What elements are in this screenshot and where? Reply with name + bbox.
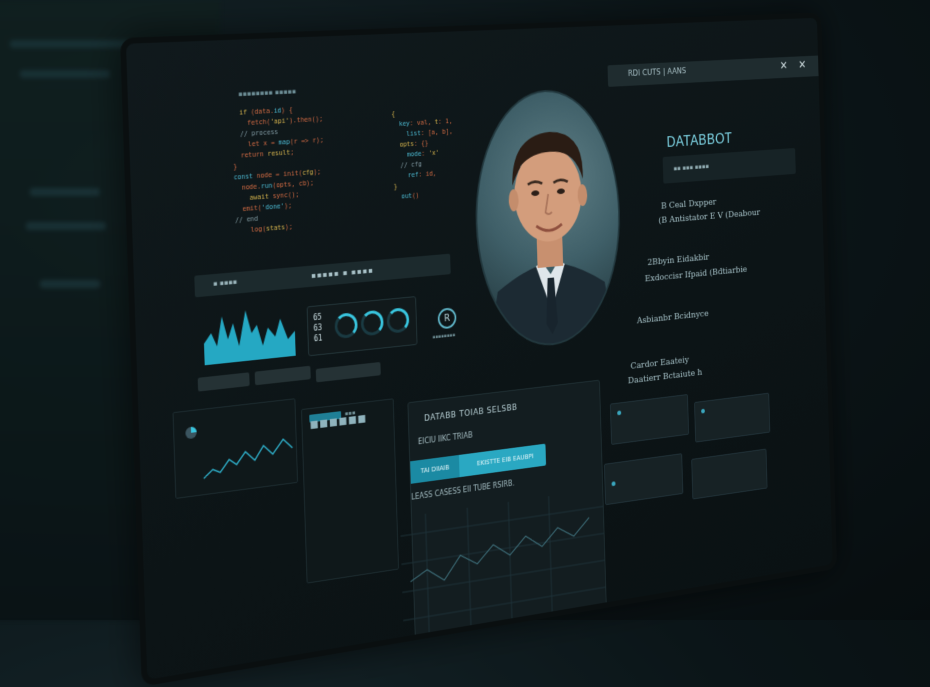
stats-panel [173, 398, 299, 499]
case-panel-title: DATABB TOIAB SELSBB [424, 403, 518, 424]
profile-line: B Ceal Dxpper [661, 197, 716, 211]
bar-chart [173, 399, 297, 498]
gauge-readout: 61 [314, 333, 323, 344]
person-illustration [473, 88, 621, 351]
window-title: RDI CUTS | AANS [628, 67, 687, 79]
area-series [203, 306, 296, 366]
r-badge-button[interactable]: R [438, 307, 457, 329]
profile-line: 2Bbyin Eidakbir [647, 252, 709, 267]
window-top-bar: RDI CUTS | AANS ✕ ✕ [608, 55, 830, 87]
case-summary: LEASS CASESS EII TUBE RSIRB. [411, 479, 514, 502]
gauge-icon [334, 312, 358, 339]
gauge-readouts: 65 63 61 [313, 312, 323, 344]
profile-line: Exdoccisr Ifpaid (Bdtiarbie [645, 265, 748, 285]
status-dot [612, 481, 616, 486]
line-chart-icon [203, 438, 293, 478]
code-block-right: { key: val, t: 1, list: [a, b], opts: {}… [391, 106, 455, 203]
bg-bar [10, 40, 130, 48]
profile-line: (B Antistator E V (Deabour [658, 208, 760, 226]
file-label: ▪▪▪▪▪▪▪▪ ▪▪▪▪▪ [238, 88, 296, 99]
mini-card[interactable] [694, 393, 770, 443]
mini-card[interactable] [691, 449, 767, 500]
filter-button[interactable] [255, 366, 311, 386]
filter-button[interactable] [198, 372, 250, 391]
bg-bar [26, 222, 106, 230]
grid-chart [400, 488, 606, 648]
portrait-image [472, 87, 624, 354]
list-panel: ▪▪▪▪▪▪ ▪▪▪ [301, 398, 399, 583]
case-panel-subtitle: EICIU IIKC TRIAB [418, 431, 473, 446]
trend-line [409, 518, 590, 586]
profile-line: Asbianbr Bcidnyce [637, 309, 709, 326]
profile-name: DATABBOT [667, 131, 733, 151]
status-dot [617, 410, 621, 415]
tab-secondary[interactable]: EKISTTE EIB EAUBPI [464, 444, 546, 477]
dropdown-button[interactable] [316, 362, 381, 382]
area-chart [203, 296, 296, 365]
tab-primary[interactable]: TAI DIIAIB [410, 455, 459, 484]
dashboard-header-left: ▪ ▪▪▪▪ [213, 278, 237, 288]
bg-bar [30, 188, 100, 196]
dashboard-header-right: ▪▪▪▪▪ ▪ ▪▪▪▪ [311, 266, 374, 280]
profile-line: Cardor Eaateiy [630, 355, 689, 372]
close-icon[interactable]: ✕ [780, 60, 788, 73]
code-block-left: if (data.id) { fetch('api').then(); // p… [231, 104, 326, 237]
case-panel: DATABB TOIAB SELSBB EICIU IIKC TRIAB TAI… [407, 380, 607, 648]
case-tabs: TAI DIIAIB EKISTTE EIB EAUBPI [410, 444, 546, 484]
profile-field-text: ▪▪ ▪▪▪ ▪▪▪▪ [673, 163, 709, 173]
dashboard-header: ▪ ▪▪▪▪ ▪▪▪▪▪ ▪ ▪▪▪▪ [194, 254, 450, 298]
panel-chip: ▪▪▪▪▪▪ [309, 411, 341, 422]
gauge-panel: 65 63 61 [307, 296, 418, 356]
panel-label: ▪▪▪ [344, 409, 355, 417]
gauge-icon [361, 310, 384, 337]
bg-bar [20, 70, 110, 78]
r-badge-label: ▪▪▪▪▪▪▪▪ [432, 332, 455, 340]
mini-card[interactable] [604, 453, 683, 505]
bg-bar [40, 280, 100, 288]
mini-card[interactable] [610, 394, 689, 445]
main-screen: ▪▪▪▪▪▪▪▪ ▪▪▪▪▪ if (data.id) { fetch('api… [120, 13, 837, 687]
close-icon[interactable]: ✕ [798, 59, 806, 72]
gauge-icon [386, 307, 409, 334]
status-dot [701, 409, 705, 414]
profile-field[interactable]: ▪▪ ▪▪▪ ▪▪▪▪ [663, 148, 796, 184]
